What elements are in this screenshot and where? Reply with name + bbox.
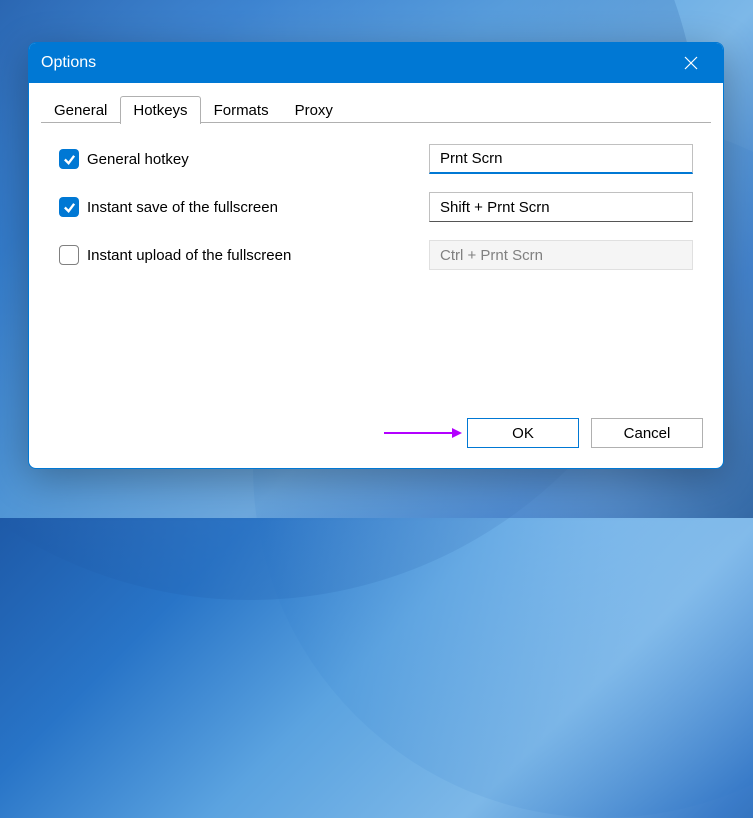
tab-formats[interactable]: Formats bbox=[201, 96, 282, 124]
tab-strip: General Hotkeys Formats Proxy bbox=[29, 83, 723, 123]
hotkey-row: Instant upload of the fullscreen bbox=[59, 240, 693, 270]
hotkey-row: Instant save of the fullscreen bbox=[59, 192, 693, 222]
checkbox-instant-upload-wrap[interactable]: Instant upload of the fullscreen bbox=[59, 245, 429, 265]
checkbox-instant-save[interactable] bbox=[59, 197, 79, 217]
checkbox-instant-save-wrap[interactable]: Instant save of the fullscreen bbox=[59, 197, 429, 217]
dialog-footer: OK Cancel bbox=[29, 406, 723, 468]
checkbox-general-hotkey[interactable] bbox=[59, 149, 79, 169]
hotkey-input-save[interactable] bbox=[429, 192, 693, 222]
checkbox-label: General hotkey bbox=[87, 151, 189, 168]
check-icon bbox=[63, 201, 76, 214]
ok-button[interactable]: OK bbox=[467, 418, 579, 448]
annotation-arrow-icon bbox=[382, 426, 462, 440]
checkbox-label: Instant save of the fullscreen bbox=[87, 199, 278, 216]
hotkey-input-general[interactable] bbox=[429, 144, 693, 174]
checkbox-instant-upload[interactable] bbox=[59, 245, 79, 265]
titlebar[interactable]: Options bbox=[29, 43, 723, 83]
cancel-button[interactable]: Cancel bbox=[591, 418, 703, 448]
checkbox-general-hotkey-wrap[interactable]: General hotkey bbox=[59, 149, 429, 169]
hotkey-row: General hotkey bbox=[59, 144, 693, 174]
tab-content: General hotkey Instant save of the fulls… bbox=[29, 124, 723, 406]
close-icon bbox=[684, 56, 698, 70]
close-button[interactable] bbox=[671, 43, 711, 83]
dialog-title: Options bbox=[41, 54, 671, 72]
check-icon bbox=[63, 153, 76, 166]
checkbox-label: Instant upload of the fullscreen bbox=[87, 247, 291, 264]
options-dialog: Options General Hotkeys Formats Proxy Ge… bbox=[28, 42, 724, 469]
tab-hotkeys[interactable]: Hotkeys bbox=[120, 96, 200, 124]
tab-proxy[interactable]: Proxy bbox=[282, 96, 346, 124]
hotkey-input-upload bbox=[429, 240, 693, 270]
tab-general[interactable]: General bbox=[41, 96, 120, 124]
